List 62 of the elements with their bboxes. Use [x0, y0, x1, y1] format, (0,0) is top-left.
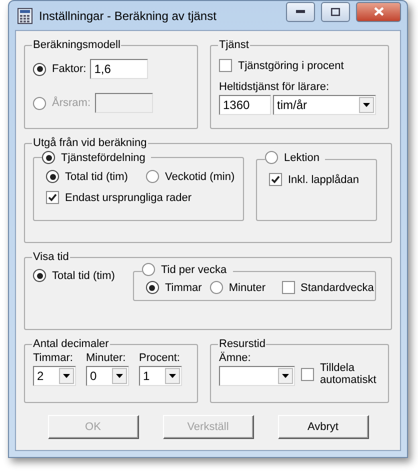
field-label: Ämne: — [219, 352, 252, 364]
radio-icon[interactable] — [33, 62, 46, 76]
checkmark-icon — [271, 175, 280, 184]
radio-button[interactable]: Minuter — [210, 281, 266, 294]
radio-button[interactable]: Faktor: — [33, 62, 86, 76]
dropdown-field[interactable]: 2 — [33, 366, 76, 386]
group-title: Tjänst — [218, 39, 250, 51]
text-field[interactable]: 1,6 — [90, 59, 148, 79]
close-icon — [374, 7, 384, 16]
radio-icon[interactable] — [265, 151, 278, 164]
field-label: Timmar: — [33, 352, 74, 364]
checkbox[interactable]: Inkl. lapplådan — [269, 173, 366, 186]
radio-button[interactable]: Veckotid (min) — [146, 170, 235, 183]
radio-button[interactable]: Tjänstefördelning — [42, 151, 146, 164]
checkbox[interactable]: Tjänstgöring i procent — [219, 59, 380, 72]
radio-icon[interactable] — [210, 281, 223, 294]
window-title: Inställningar - Beräkning av tjänst — [39, 8, 218, 22]
dropdown-field[interactable] — [219, 366, 295, 386]
group-title: Beräkningsmodell — [32, 39, 122, 51]
radio-icon[interactable] — [33, 269, 46, 282]
radio-icon[interactable] — [142, 263, 155, 276]
caret-icon[interactable] — [278, 368, 293, 384]
dropdown-field[interactable]: tim/år — [273, 95, 376, 115]
field-label: Minuter: — [86, 352, 127, 364]
radio-button[interactable]: Lektion — [265, 151, 320, 164]
group-title: Antal decimaler — [32, 338, 110, 350]
caret-icon[interactable] — [359, 97, 374, 113]
checkbox-icon[interactable] — [282, 281, 295, 294]
maximize-button[interactable] — [321, 2, 350, 22]
dropdown-field[interactable]: 0 — [86, 366, 129, 386]
field-label: Heltidstjänst för lärare: — [219, 81, 330, 93]
radio-icon[interactable] — [46, 170, 59, 183]
radio-button[interactable]: Total tid (tim) — [46, 170, 128, 183]
radio-button[interactable]: Total tid (tim) — [33, 269, 115, 282]
checkbox-icon[interactable] — [46, 191, 59, 204]
minimize-button[interactable] — [286, 2, 315, 22]
calculator-icon — [17, 8, 33, 24]
dropdown-field[interactable]: 1 — [139, 366, 182, 386]
checkbox[interactable]: Tilldela automatiskt — [301, 362, 380, 386]
caret-icon[interactable] — [59, 368, 74, 384]
checkmark-icon — [48, 193, 57, 202]
checkbox[interactable]: Endast ursprungliga rader — [46, 191, 233, 204]
checkbox[interactable]: Standardvecka — [282, 281, 374, 294]
group-title: Utgå från vid beräkning — [32, 137, 148, 149]
radio-button[interactable]: Timmar — [146, 281, 202, 294]
checkbox-icon[interactable] — [219, 59, 232, 72]
close-button[interactable] — [356, 2, 401, 22]
radio-icon[interactable] — [146, 170, 159, 183]
checkbox-icon[interactable] — [269, 173, 282, 186]
radio-icon[interactable] — [42, 151, 55, 164]
group-title: Resurstid — [218, 338, 266, 350]
field-label: Procent: — [139, 352, 181, 364]
checkbox-icon[interactable] — [301, 368, 314, 380]
radio-icon[interactable] — [146, 281, 159, 294]
maximize-icon — [331, 8, 340, 16]
radio-button[interactable]: Tid per vecka — [142, 263, 227, 276]
minimize-icon — [296, 10, 305, 13]
caret-icon[interactable] — [112, 368, 127, 384]
group-title: Visa tid — [32, 251, 70, 263]
text-field[interactable]: 1360 — [219, 95, 271, 115]
caret-icon[interactable] — [165, 368, 180, 384]
dialog-button[interactable]: Avbryt — [278, 415, 368, 439]
